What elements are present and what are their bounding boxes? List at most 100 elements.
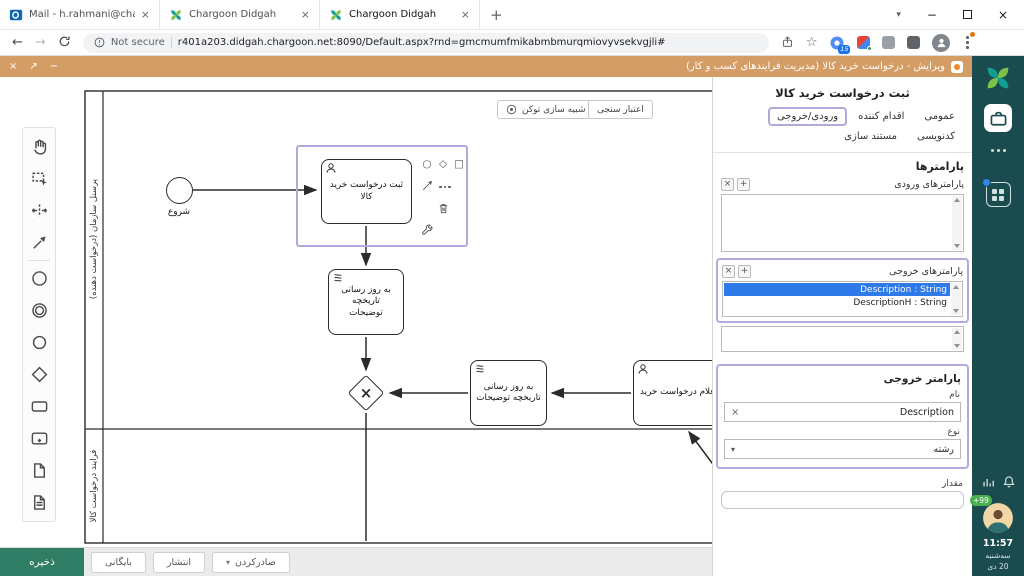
panel-title: ثبت درخواست خرید کالا — [721, 86, 964, 100]
start-event[interactable] — [166, 177, 193, 204]
lasso-tool-icon[interactable] — [30, 169, 49, 188]
maximize-button[interactable] — [963, 10, 972, 19]
token-simulation-button[interactable]: شبیه سازی توکن — [497, 100, 594, 119]
append-event-icon[interactable]: ○ — [420, 157, 434, 171]
user-icon — [325, 162, 337, 177]
app-close-icon[interactable]: × — [9, 61, 17, 72]
not-secure-icon — [94, 37, 105, 48]
more-options-icon[interactable] — [438, 180, 452, 194]
extension-icon[interactable] — [857, 36, 870, 49]
scrollbar[interactable] — [952, 196, 962, 250]
input-params-list[interactable] — [721, 194, 964, 252]
close-icon[interactable]: × — [141, 9, 150, 20]
share-icon[interactable] — [781, 35, 794, 51]
briefcase-icon[interactable] — [984, 104, 1012, 132]
input-params-row: پارامترهای ورودی + × — [721, 178, 964, 191]
outlook-icon — [9, 8, 23, 22]
validate-button[interactable]: اعتبار سنجی — [588, 100, 653, 119]
start-event-tool-icon[interactable] — [30, 269, 49, 288]
archive-button[interactable]: بایگانی — [91, 552, 146, 573]
close-button[interactable]: × — [998, 9, 1008, 21]
chargoon-icon — [169, 8, 183, 22]
param-type-select[interactable]: رشته ▾ — [724, 439, 961, 459]
param-name-input[interactable]: Description × — [724, 402, 961, 422]
browser-tab-mail[interactable]: Mail - h.rahmani@chargoon.com × — [0, 0, 160, 29]
chargoon-logo[interactable] — [983, 63, 1013, 93]
connect-tool-icon[interactable] — [420, 178, 434, 192]
task-update-history-1[interactable]: به روز رسانی تاریخچه توضیحات — [328, 269, 404, 335]
task-announce-request[interactable]: اعلام درخواست خرید — [633, 360, 712, 426]
app-header: × ↗ − ویرایش - درخواست خرید کالا (مدیریت… — [0, 56, 972, 77]
lane-label-top: پرسنل سازمان (درخواست دهنده) — [89, 154, 99, 324]
gateway-tool-icon[interactable] — [30, 365, 49, 384]
tab-input-output[interactable]: ورودی/خروجی — [768, 107, 847, 126]
space-tool-icon[interactable] — [30, 201, 49, 220]
app-expand-icon[interactable]: ↗ — [29, 61, 37, 72]
chevron-down-icon[interactable]: ▾ — [896, 10, 901, 20]
user-avatar[interactable] — [983, 503, 1013, 533]
more-apps-icon[interactable] — [991, 149, 1006, 152]
didgah-app-icon[interactable] — [986, 182, 1011, 207]
url-omnibox[interactable]: Not secure r401a203.didgah.chargoon.net:… — [83, 33, 769, 53]
append-task-icon[interactable]: □ — [452, 157, 466, 171]
remove-output-param-button[interactable]: × — [722, 265, 735, 278]
task-create-request[interactable]: ثبت درخواست خرید کالا — [321, 159, 412, 224]
tab-documentation[interactable]: مستند سازی — [835, 127, 906, 146]
clock-time: 11:57 — [983, 538, 1013, 549]
hand-tool-icon[interactable] — [30, 137, 49, 156]
export-button[interactable]: ▾ صادرکردن — [212, 552, 290, 573]
tab-actor[interactable]: اقدام کننده — [849, 107, 913, 126]
browser-menu-icon[interactable] — [962, 34, 973, 51]
extension-icon[interactable] — [882, 36, 895, 49]
window-controls: ▾ − × — [896, 0, 1024, 29]
delete-icon[interactable] — [436, 201, 450, 215]
data-store-tool-icon[interactable] — [30, 493, 49, 512]
chevron-down-icon: ▾ — [226, 558, 230, 567]
publish-button[interactable]: انتشار — [153, 552, 205, 573]
browser-profile-avatar[interactable] — [932, 34, 950, 52]
task-update-history-2[interactable]: به روز رسانی تاریخچه توضیحات — [470, 360, 547, 426]
data-object-tool-icon[interactable] — [30, 461, 49, 480]
browser-tab-didgah-2[interactable]: Chargoon Didgah × — [320, 0, 480, 29]
scrollbar[interactable] — [951, 283, 961, 315]
remove-input-param-button[interactable]: × — [721, 178, 734, 191]
notifications-bell-icon[interactable] — [1002, 475, 1016, 492]
output-params-list-overflow[interactable] — [721, 326, 964, 352]
scrollbar[interactable] — [952, 328, 962, 350]
extension-icon[interactable]: 15 — [829, 35, 845, 51]
clear-name-button[interactable]: × — [731, 407, 739, 418]
intermediate-event-tool-icon[interactable] — [30, 301, 49, 320]
tab-coding[interactable]: کدنویسی — [908, 127, 964, 146]
output-param-editor: پارامتر خروجی نام Description × نوع رشته… — [716, 364, 969, 469]
back-button[interactable]: ← — [12, 36, 23, 49]
end-event-tool-icon[interactable] — [30, 333, 49, 352]
output-params-list[interactable]: Description : String DescriptionH : Stri… — [722, 281, 963, 317]
save-button[interactable]: ذخیره — [0, 548, 84, 576]
tab-title: Mail - h.rahmani@chargoon.com — [29, 9, 135, 20]
task-tool-icon[interactable] — [30, 397, 49, 416]
append-gateway-icon[interactable]: ◇ — [436, 157, 450, 171]
close-icon[interactable]: × — [301, 9, 310, 20]
stats-icon[interactable] — [981, 475, 995, 492]
canvas-footer: ذخیره بایگانی انتشار ▾ صادرکردن — [0, 547, 712, 576]
output-param-item-selected[interactable]: Description : String — [724, 283, 950, 296]
refresh-button[interactable] — [58, 35, 71, 51]
forward-button[interactable]: → — [35, 36, 46, 49]
add-input-param-button[interactable]: + — [737, 178, 750, 191]
app-minimize-icon[interactable]: − — [50, 61, 58, 72]
diagram-canvas[interactable]: پرسنل سازمان (درخواست دهنده) فرایند درخو… — [0, 77, 712, 547]
close-icon[interactable]: × — [461, 9, 470, 20]
output-param-item[interactable]: DescriptionH : String — [724, 296, 950, 309]
new-tab-button[interactable]: + — [490, 6, 503, 24]
param-value-input[interactable] — [721, 491, 964, 509]
bookmark-star-icon[interactable]: ☆ — [806, 35, 818, 50]
global-connect-tool-icon[interactable] — [30, 233, 49, 252]
wrench-icon[interactable] — [420, 223, 434, 237]
browser-tab-didgah-1[interactable]: Chargoon Didgah × — [160, 0, 320, 29]
subprocess-tool-icon[interactable] — [30, 429, 49, 448]
add-output-param-button[interactable]: + — [738, 265, 751, 278]
minimize-button[interactable]: − — [927, 9, 937, 21]
extension-icon[interactable] — [907, 36, 920, 49]
security-chip[interactable]: Not secure — [111, 37, 165, 48]
tab-general[interactable]: عمومی — [915, 107, 964, 126]
